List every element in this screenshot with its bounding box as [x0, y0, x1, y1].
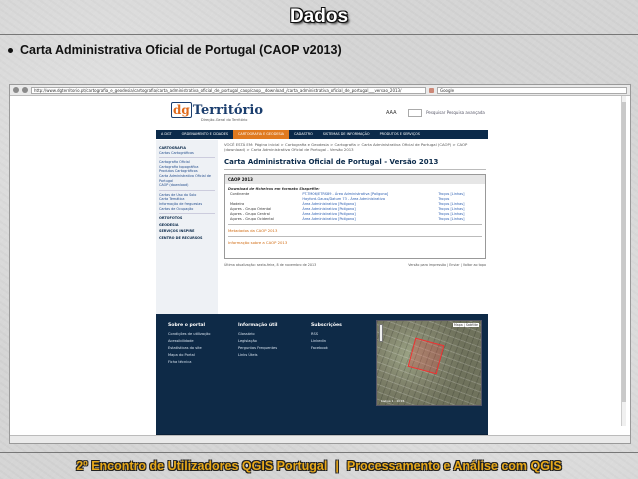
footer-link[interactable]: Perguntas Frequentes	[238, 345, 277, 352]
status-bar	[10, 435, 630, 443]
leftnav-item[interactable]: CENTRO DE RECURSOS	[159, 236, 215, 241]
footer-column-title: Subscrições	[311, 323, 342, 328]
nav-item-active[interactable]: CARTOGRAFIA E GEODESIA	[233, 130, 289, 139]
page-footer-bar: Última atualização: sexta-feira, 8 de no…	[224, 263, 486, 267]
nav-item[interactable]: PRODUTOS E SERVIÇOS	[375, 130, 425, 139]
font-size-tool[interactable]: AAA	[386, 110, 397, 116]
divider	[159, 157, 215, 159]
footer-link[interactable]: Condições de utilização	[168, 331, 210, 338]
nav-item[interactable]: A DGT	[156, 130, 177, 139]
footer-link[interactable]: Estatísticas do site	[168, 345, 210, 352]
nav-item[interactable]: SISTEMAS DE INFORMAÇÃO	[318, 130, 375, 139]
address-bar[interactable]: http://www.dgterritorio.pt/cartografia_e…	[31, 86, 426, 94]
divider	[159, 189, 215, 191]
map-type-toggle[interactable]: Mapa | Satélite	[453, 323, 479, 327]
metadata-link[interactable]: Metadados da CAOP 2013	[228, 228, 482, 233]
footer-link[interactable]: Linkedin	[311, 338, 342, 345]
caop-panel: CAOP 2013 Download de ficheiros em forma…	[224, 174, 486, 259]
footer-column: Subscrições RSS Linkedin Facebook	[311, 322, 342, 352]
page-actions[interactable]: Versão para impressão | Enviar | Voltar …	[408, 263, 486, 267]
map-caption: Lisboa 1 - 2013	[381, 399, 405, 403]
main-content: VOCÊ ESTÁ EM: Página inicial > Cartograf…	[224, 142, 486, 267]
web-page: dg Território Direção-Geral do Território…	[156, 96, 488, 443]
divider	[224, 169, 486, 170]
search-input[interactable]	[407, 109, 422, 117]
footer-link[interactable]: Mapa do Portal	[168, 352, 210, 359]
table-row: Açores - Grupo Central Área Administrativ…	[230, 211, 465, 216]
top-navigation: A DGT ORDENAMENTO E CIDADES CARTOGRAFIA …	[156, 130, 488, 139]
bullet-item: Carta Administrativa Oficial de Portugal…	[8, 43, 342, 57]
table-row: Açores - Grupo Ocidental Área Administrat…	[230, 216, 465, 221]
leftnav-item[interactable]: CAOP (download)	[159, 183, 215, 188]
footer-link[interactable]: Facebook	[311, 345, 342, 352]
browser-toolbar: http://www.dgterritorio.pt/cartografia_e…	[10, 85, 630, 96]
satellite-map[interactable]: Mapa | Satélite Lisboa 1 - 2013	[376, 320, 482, 406]
scrollbar-thumb[interactable]	[622, 102, 626, 402]
page-title: Carta Administrativa Oficial de Portugal…	[224, 158, 439, 166]
footer-column: Informação útil Glossário Legislação Per…	[238, 322, 277, 359]
footer-link[interactable]: Legislação	[238, 338, 277, 345]
header-tools: AAA Pesquisar Pesquisa avançada	[386, 109, 485, 117]
advanced-search-link[interactable]: Pesquisa avançada	[447, 110, 485, 115]
nav-item[interactable]: CADASTRO	[289, 130, 318, 139]
leftnav-item[interactable]: Cartas Cartográficas	[159, 151, 215, 156]
search-link[interactable]: Pesquisar	[426, 110, 445, 115]
footer-rule	[0, 452, 638, 453]
panel-title: CAOP 2013	[225, 175, 485, 184]
bullet-dot-icon	[8, 48, 13, 54]
last-update: Última atualização: sexta-feira, 8 de no…	[224, 263, 317, 267]
footer-left: 2º Encontro de Utilizadores QGIS Portuga…	[76, 459, 328, 473]
embedded-browser-screenshot: http://www.dgterritorio.pt/cartografia_e…	[9, 84, 631, 444]
site-logo[interactable]: dg Território	[171, 102, 263, 118]
bullet-text: Carta Administrativa Oficial de Portugal…	[20, 43, 342, 57]
search-box[interactable]: Google	[437, 86, 627, 94]
footer-separator: |	[335, 459, 339, 473]
footer-link[interactable]: RSS	[311, 331, 342, 338]
vertical-scrollbar[interactable]	[621, 96, 626, 426]
back-icon[interactable]	[13, 87, 19, 93]
footer-link[interactable]: Ficha técnica	[168, 359, 210, 366]
footer-column-title: Informação útil	[238, 323, 278, 328]
site-logo-subtitle: Direção-Geral do Território	[201, 118, 248, 122]
footer-link[interactable]: Acessibilidade	[168, 338, 210, 345]
divider	[228, 236, 482, 237]
footer-link[interactable]: Glossário	[238, 331, 277, 338]
bookmark-icon[interactable]	[429, 87, 434, 93]
leftnav-item[interactable]: SERVIÇOS INSPIRE	[159, 229, 215, 234]
divider	[159, 213, 215, 215]
leftnav-item[interactable]: Carta Administrativa Oficial de Portugal	[159, 174, 215, 183]
forward-icon[interactable]	[22, 87, 28, 93]
slide-footer: 2º Encontro de Utilizadores QGIS Portuga…	[0, 459, 638, 473]
footer-column: Sobre o portal Condições de utilização A…	[168, 322, 210, 366]
leftnav-item[interactable]: ORTOFOTOS	[159, 216, 215, 221]
breadcrumb[interactable]: VOCÊ ESTÁ EM: Página inicial > Cartograf…	[224, 142, 486, 152]
table-row: Açores - Grupo Oriental Área Administrati…	[230, 206, 465, 211]
download-table: Continente PT-TM06/ETRS89 - Área Administ…	[228, 191, 482, 221]
leftnav-item[interactable]: Cartas de Ocupação	[159, 207, 215, 212]
title-rule	[0, 34, 638, 35]
footer-link[interactable]: Links Úteis	[238, 352, 277, 359]
footer-right: Processamento e Análise com QGIS	[346, 459, 562, 473]
leftnav-item[interactable]: GEODESIA	[159, 223, 215, 228]
slide-title: Dados	[289, 6, 349, 27]
footer-column-title: Sobre o portal	[168, 323, 206, 328]
divider	[228, 224, 482, 225]
nav-item[interactable]: ORDENAMENTO E CIDADES	[177, 130, 233, 139]
zoom-control[interactable]	[379, 324, 383, 342]
left-navigation: CARTOGRAFIA Cartas Cartográficas Cartogr…	[156, 140, 218, 320]
site-footer: Sobre o portal Condições de utilização A…	[156, 314, 488, 443]
